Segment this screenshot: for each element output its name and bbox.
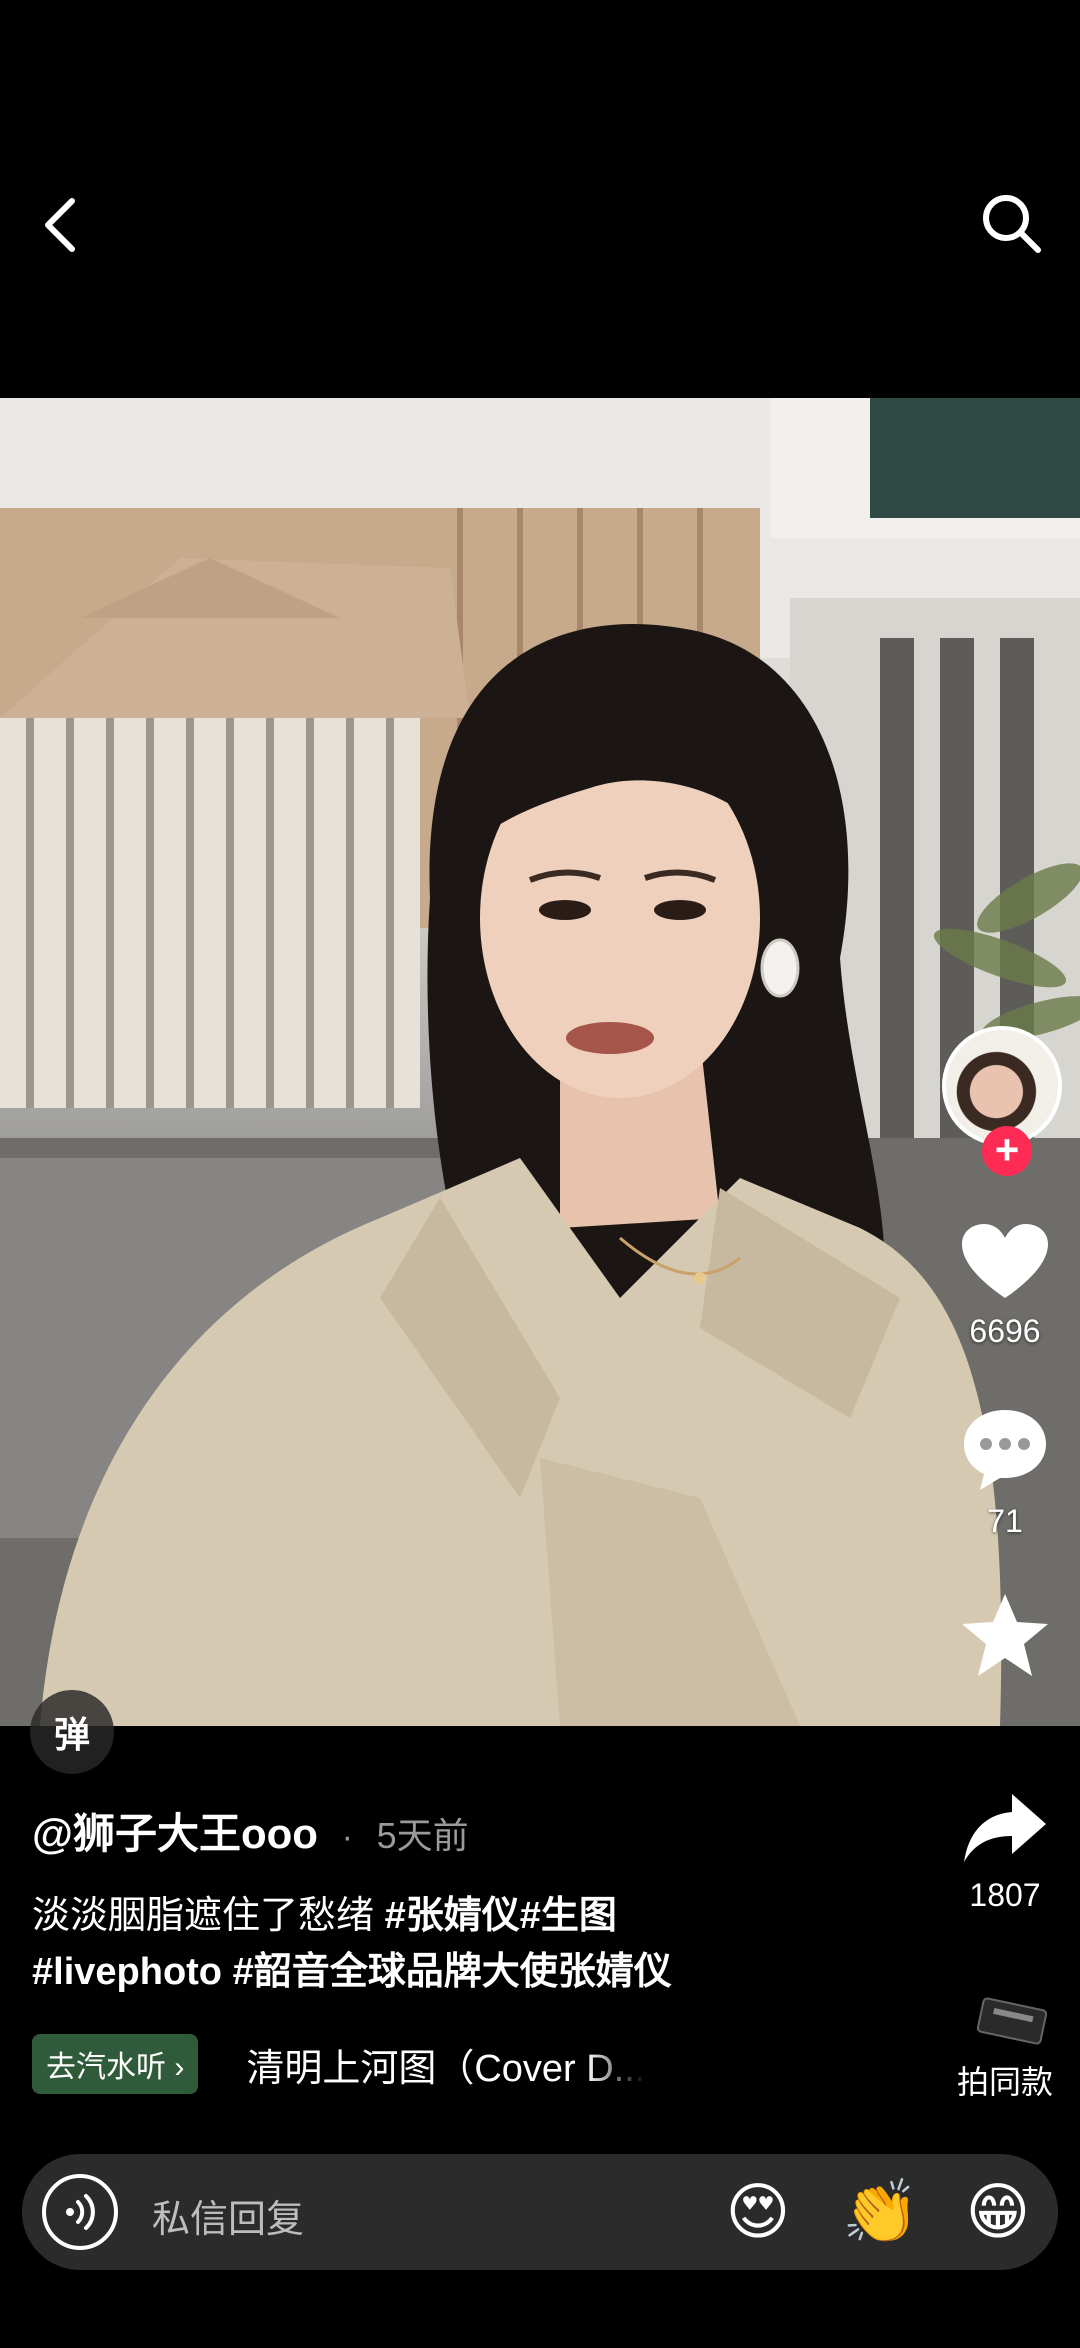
danmu-toggle-button[interactable]: 弹 (30, 1690, 114, 1774)
music-row: 去汽水听 › 清明上河图（Cover D... (32, 2034, 646, 2094)
emoji-clap-button[interactable]: 👏 (842, 2176, 919, 2248)
plus-icon: + (994, 1126, 1020, 1173)
share-button[interactable]: 1807 (930, 1790, 1080, 1914)
follow-button[interactable]: + (982, 1126, 1032, 1176)
reply-bar: 私信回复 😍 👏 😁 (22, 2154, 1058, 2270)
remix-thumbnail-icon (976, 1997, 1048, 2045)
danmu-label: 弹 (53, 1715, 90, 1756)
author-avatar-group[interactable]: + (942, 1026, 1066, 1176)
remix-button[interactable]: 拍同款 (930, 1996, 1080, 2103)
back-button[interactable] (30, 190, 90, 260)
caption-text: 淡淡胭脂遮住了愁绪 (32, 1895, 385, 1937)
caption-hashtags[interactable]: #张婧仪#生图 (385, 1895, 617, 1937)
caption-hashtags-line2[interactable]: #livephoto #韶音全球品牌大使张婧仪 (32, 1951, 672, 1993)
post-time: 5天前 (376, 1815, 469, 1856)
comment-button[interactable]: 71 (930, 1406, 1080, 1540)
emoji-heart-eyes-button[interactable]: 😍 (722, 2176, 794, 2248)
favorite-button[interactable] (930, 1592, 1080, 1689)
post-caption: 淡淡胭脂遮住了愁绪 #张婧仪#生图 #livephoto #韶音全球品牌大使张婧… (32, 1888, 932, 2000)
open-in-app-chip[interactable]: 去汽水听 › (32, 2034, 199, 2094)
search-button[interactable] (974, 186, 1050, 262)
comment-icon (964, 1410, 1046, 1490)
author-handle[interactable]: @狮子大王ooo (32, 1810, 318, 1857)
post-photo[interactable] (0, 398, 1080, 1726)
search-icon (983, 195, 1041, 253)
author-line: @狮子大王ooo · 5天前 (32, 1800, 469, 1861)
emoji-grin-button[interactable]: 😁 (962, 2176, 1034, 2248)
share-arrow-icon (964, 1794, 1046, 1862)
star-icon (962, 1594, 1048, 1676)
separator-dot: · (341, 1818, 353, 1856)
reply-input[interactable]: 私信回复 (152, 2188, 304, 2243)
share-count: 1807 (969, 1877, 1041, 1913)
heart-icon (962, 1224, 1048, 1298)
like-button[interactable]: 6696 (930, 1222, 1080, 1350)
like-count: 6696 (969, 1313, 1041, 1349)
voice-icon (66, 2194, 95, 2230)
comment-count: 71 (987, 1503, 1023, 1539)
music-title[interactable]: 清明上河图（Cover D... (246, 2037, 646, 2092)
voice-input-button[interactable] (42, 2174, 118, 2250)
remix-label: 拍同款 (956, 2064, 1053, 2100)
back-arrow-icon (45, 198, 75, 252)
